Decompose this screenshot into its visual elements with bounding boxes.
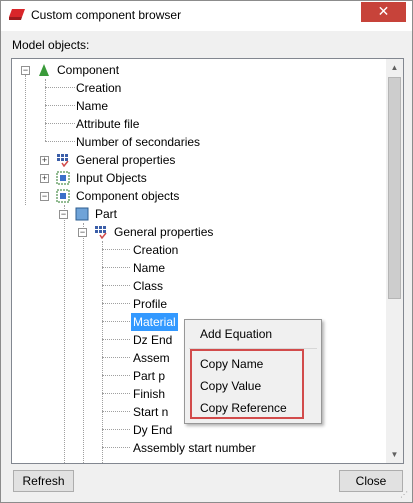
- scroll-up-arrow-icon[interactable]: ▲: [386, 59, 403, 76]
- tree-node-name[interactable]: Name: [76, 97, 108, 115]
- menu-item-add-equation[interactable]: Add Equation: [200, 327, 272, 341]
- tree-node-part-material[interactable]: Material: [131, 313, 178, 331]
- tree-node-creation[interactable]: Creation: [76, 79, 121, 97]
- app-icon: [9, 9, 25, 20]
- tree-node-number-of-secondaries[interactable]: Number of secondaries: [76, 133, 200, 151]
- properties-icon: [57, 154, 69, 167]
- part-properties-icon: [95, 226, 107, 239]
- tree-node-part-creation[interactable]: Creation: [133, 241, 178, 259]
- tree-node-input-objects[interactable]: Input Objects: [76, 169, 147, 187]
- resize-grip-icon[interactable]: ⋰: [400, 490, 410, 500]
- collapse-component-toggle[interactable]: −: [21, 66, 30, 75]
- tree-node-part-assembly[interactable]: Assem: [133, 349, 170, 367]
- scroll-down-arrow-icon[interactable]: ▼: [386, 446, 403, 463]
- scroll-thumb[interactable]: [388, 77, 401, 299]
- collapse-part-general-properties-toggle[interactable]: −: [78, 228, 87, 237]
- tree-node-part-finish[interactable]: Finish: [133, 385, 165, 403]
- tree-node-general-properties[interactable]: General properties: [76, 151, 175, 169]
- model-objects-label: Model objects:: [12, 38, 90, 52]
- tree-node-part-assembly-start-number[interactable]: Assembly start number: [133, 439, 256, 457]
- tree-scrollbar[interactable]: ▲ ▼: [386, 59, 403, 463]
- refresh-button[interactable]: Refresh: [13, 470, 74, 492]
- tree-node-part-dy-end[interactable]: Dy End: [133, 421, 172, 439]
- close-button[interactable]: Close: [339, 470, 403, 492]
- title-bar: Custom component browser ✕: [1, 1, 412, 31]
- tree-node-part-general-properties[interactable]: General properties: [114, 223, 213, 241]
- tree-node-part-name[interactable]: Name: [133, 259, 165, 277]
- tree-node-part[interactable]: Part: [95, 205, 117, 223]
- component-icon: [39, 64, 49, 76]
- window-title: Custom component browser: [31, 8, 182, 22]
- tree-node-part-dz-end[interactable]: Dz End: [133, 331, 172, 349]
- tree-node-attribute-file[interactable]: Attribute file: [76, 115, 139, 133]
- tree-node-part-start-number[interactable]: Start n: [133, 403, 168, 421]
- collapse-part-toggle[interactable]: −: [59, 210, 68, 219]
- tree-node-part-class[interactable]: Class: [133, 277, 163, 295]
- collapse-component-objects-toggle[interactable]: −: [40, 192, 49, 201]
- input-objects-icon: [56, 171, 70, 185]
- window-close-button[interactable]: ✕: [361, 2, 406, 22]
- component-objects-icon: [56, 189, 70, 203]
- tree-node-component-objects[interactable]: Component objects: [76, 187, 179, 205]
- tree-node-part-profile[interactable]: Profile: [133, 295, 167, 313]
- tree-node-part-prefix[interactable]: Part p: [133, 367, 165, 385]
- tree-node-component[interactable]: Component: [57, 61, 119, 79]
- expand-general-properties-toggle[interactable]: +: [40, 156, 49, 165]
- copy-options-highlight: [190, 349, 304, 419]
- browser-window: Custom component browser ✕ Model objects…: [0, 0, 413, 503]
- part-icon: [75, 207, 89, 221]
- expand-input-objects-toggle[interactable]: +: [40, 174, 49, 183]
